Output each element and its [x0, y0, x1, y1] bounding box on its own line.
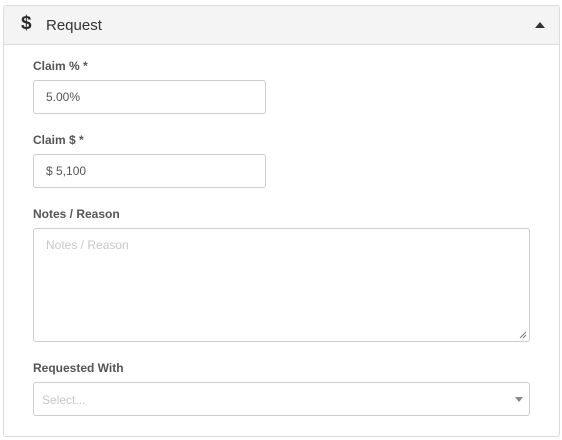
caret-up-icon[interactable]	[535, 22, 545, 28]
claim-percent-input[interactable]: 5.00%	[33, 80, 266, 114]
claim-amount-input[interactable]: $ 5,100	[33, 154, 266, 188]
notes-placeholder: Notes / Reason	[46, 238, 129, 252]
resize-grip-icon[interactable]	[519, 331, 527, 339]
panel-title: Request	[46, 17, 102, 34]
dollar-icon: $	[21, 13, 32, 34]
request-panel: $ Request Claim % * 5.00% Claim $ * $ 5,…	[3, 5, 560, 437]
claim-percent-label: Claim % *	[33, 59, 88, 73]
chevron-down-icon[interactable]	[515, 397, 523, 402]
claim-amount-label: Claim $ *	[33, 133, 84, 147]
notes-label: Notes / Reason	[33, 207, 120, 221]
notes-textarea[interactable]: Notes / Reason	[33, 228, 530, 342]
requested-with-select[interactable]: Select...	[33, 382, 530, 416]
requested-with-label: Requested With	[33, 361, 124, 375]
panel-header[interactable]: $ Request	[4, 6, 559, 45]
select-placeholder: Select...	[42, 393, 86, 407]
